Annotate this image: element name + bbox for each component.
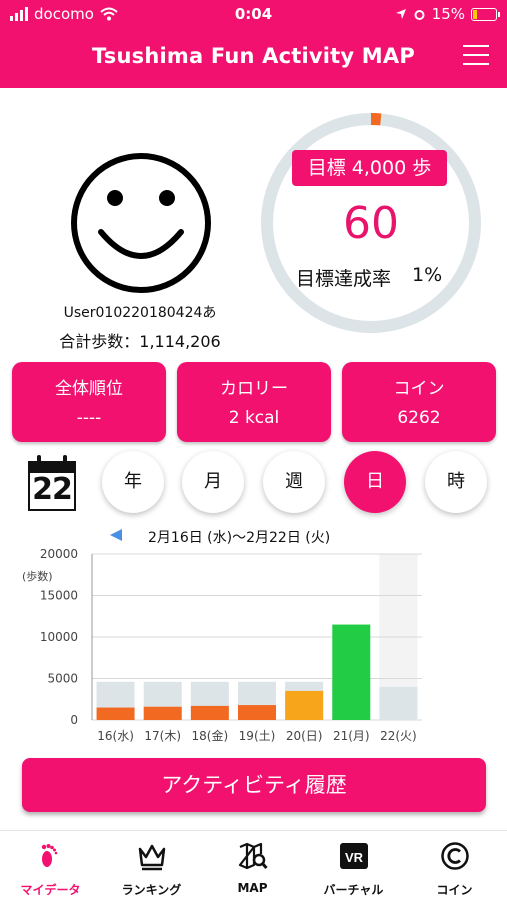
nav-item-map[interactable]: MAP <box>202 839 303 899</box>
x-tick-label: 17(木) <box>144 729 181 743</box>
stat-value: 6262 <box>397 408 441 428</box>
nav-label: ランキング <box>121 883 182 897</box>
x-tick-label: 20(日) <box>286 729 323 743</box>
period-year-button[interactable]: 年 <box>102 451 164 513</box>
battery-icon <box>471 7 500 21</box>
goal-rate-value: 1% <box>412 264 443 286</box>
goal-steps-value: 60 <box>343 198 399 249</box>
alarm-icon <box>414 9 425 20</box>
stat-label: コイン <box>393 379 445 399</box>
bar <box>238 705 276 720</box>
svg-text:VR: VR <box>345 850 364 865</box>
period-month-button[interactable]: 月 <box>182 451 244 513</box>
nav-item-virtual[interactable]: VR バーチャル <box>303 839 404 899</box>
user-name: User010220180424あ <box>63 305 217 321</box>
x-tick-label: 16(水) <box>97 729 134 743</box>
period-day-button[interactable]: 日 <box>344 451 406 513</box>
nav-item-coin[interactable]: コイン <box>404 839 505 899</box>
chart-title: 2月16日 (水)〜2月22日 (火) <box>148 530 330 546</box>
nav-item-ranking[interactable]: ランキング <box>101 839 202 899</box>
x-tick-label: 21(月) <box>333 729 370 743</box>
x-tick-label: 19(土) <box>239 729 276 743</box>
vr-icon: VR <box>340 843 368 869</box>
bar <box>143 706 182 720</box>
map-search-icon <box>238 842 268 870</box>
period-hour-button[interactable]: 時 <box>425 451 487 513</box>
nav-label: マイデータ <box>20 883 81 897</box>
y-tick-label: 0 <box>70 713 78 727</box>
stat-value: ---- <box>76 408 102 428</box>
smiley-face-icon <box>71 153 211 293</box>
triangle-left-icon[interactable] <box>110 529 122 541</box>
goal-target-badge: 目標 4,000 歩 <box>292 150 447 186</box>
bar <box>190 705 229 720</box>
bottom-nav: マイデータ ランキング MAP VR バーチャル コイン <box>0 830 507 900</box>
nav-label: バーチャル <box>323 883 384 897</box>
goal-rate-label: 目標達成率 <box>296 268 392 290</box>
calendar-day: 22 <box>32 472 73 507</box>
hamburger-menu-icon[interactable] <box>463 44 489 66</box>
y-tick-label: 15000 <box>40 589 78 603</box>
copyright-coin-icon <box>441 842 469 870</box>
battery-percent: 15% <box>431 5 465 23</box>
calendar-icon[interactable]: 22 <box>28 455 76 511</box>
stat-value: 2 kcal <box>228 408 280 428</box>
x-tick-label: 22(火) <box>380 729 417 743</box>
y-tick-label: 20000 <box>40 547 78 561</box>
y-tick-label: 5000 <box>47 672 78 686</box>
stat-label: 全体順位 <box>55 379 123 399</box>
y-tick-label: 10000 <box>40 630 78 644</box>
app-header: Tsushima Fun Activity MAP <box>0 28 507 88</box>
nav-label: コイン <box>436 883 473 897</box>
chart-ylabel: (歩数) <box>22 569 53 583</box>
stat-card-calories: カロリー 2 kcal <box>177 362 331 442</box>
bar <box>332 624 371 720</box>
app-title: Tsushima Fun Activity MAP <box>92 44 415 68</box>
x-tick-label: 18(金) <box>192 728 229 743</box>
nav-label: MAP <box>237 881 268 895</box>
location-arrow-icon <box>395 9 406 19</box>
bar <box>285 690 324 720</box>
period-week-button[interactable]: 週 <box>263 451 325 513</box>
nav-item-mydata[interactable]: マイデータ <box>0 839 101 899</box>
total-steps: 合計歩数：1,114,206 <box>59 332 221 351</box>
steps-bar-chart: 2月16日 (水)〜2月22日 (火) (歩数) 0 5000 10000 15000… <box>22 529 422 743</box>
footprints-icon <box>41 844 58 867</box>
activity-history-button[interactable]: アクティビティ履歴 <box>22 758 486 812</box>
bar <box>96 707 135 720</box>
stat-card-ranking: 全体順位 ---- <box>12 362 166 442</box>
bar-background <box>379 686 418 720</box>
crown-icon <box>138 844 166 871</box>
status-bar: docomo 0:04 15% <box>0 0 507 28</box>
stat-card-coins: コイン 6262 <box>342 362 496 442</box>
stat-label: カロリー <box>220 379 288 399</box>
status-right: 15% <box>395 5 500 23</box>
